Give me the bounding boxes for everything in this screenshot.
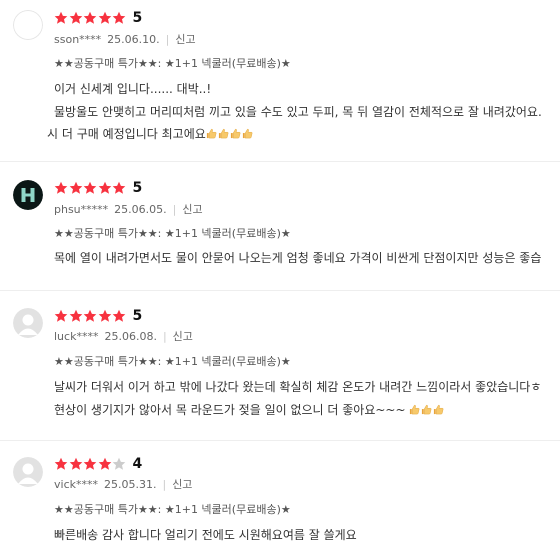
rating-score: 5 — [132, 308, 143, 324]
review-line: 이거 신세계 입니다...... 대박..! — [54, 82, 212, 96]
review-date: 25.06.05. — [114, 202, 167, 216]
separator: | — [172, 202, 177, 216]
review-date: 25.06.08. — [104, 329, 157, 343]
review-line: 목에 열이 내려가면서도 물이 안묻어 나오는게 엄청 좋네요 가격이 비싼게 … — [54, 251, 542, 265]
star-rating: 5 — [54, 180, 142, 196]
report-button[interactable]: 신고 — [172, 476, 192, 492]
reviewer-id: luck**** — [54, 329, 99, 343]
rating-score: 4 — [132, 456, 143, 472]
star-filled-icon — [112, 309, 126, 322]
star-filled-icon — [69, 181, 82, 194]
purchase-option: ★★공동구매 특가★★: ★1+1 넥쿨러(무료배송)★ — [54, 227, 291, 240]
rating-score: 5 — [132, 180, 143, 196]
review-date: 25.06.10. — [107, 32, 160, 46]
purchase-option: ★★공동구매 특가★★: ★1+1 넥쿨러(무료배송)★ — [54, 355, 291, 368]
review-line: 날씨가 더워서 이거 하고 밖에 나갔다 왔는데 확실히 체감 온도가 내려간 … — [54, 380, 542, 394]
review-body: 날씨가 더워서 이거 하고 밖에 나갔다 왔는데 확실히 체감 온도가 내려간 … — [54, 376, 541, 421]
star-filled-icon — [98, 457, 111, 470]
review-date: 25.05.31. — [103, 477, 157, 491]
avatar[interactable] — [13, 308, 43, 338]
report-button[interactable]: 신고 — [175, 31, 195, 47]
star-filled-icon — [69, 11, 82, 24]
review-body: 이거 신세계 입니다...... 대박..! 물방울도 안맺히고 머리띠처럼 끼… — [47, 78, 542, 146]
review-line: 물방울도 안맺히고 머리띠처럼 끼고 있을 수도 있고 두피, 목 뒤 열감이 … — [54, 104, 542, 119]
star-filled-icon — [83, 11, 97, 24]
review-meta: vick**** 25.05.31. | 신고 — [54, 476, 192, 492]
thumbs-up-icon — [206, 123, 254, 146]
star-filled-icon — [83, 457, 97, 470]
review-line: 빠른배송 감사 합니다 얼리기 전에도 시원해요여름 잘 쓸게요 — [54, 528, 357, 542]
divider — [0, 161, 560, 162]
review-body: 목에 열이 내려가면서도 물이 안묻어 나오는게 엄청 좋네요 가격이 비싼게 … — [54, 247, 541, 270]
star-filled-icon — [54, 309, 68, 322]
divider — [0, 290, 560, 291]
avatar[interactable] — [13, 10, 43, 40]
review-line-with-emoji: 시 더 구매 예정입니다 최고에요 — [47, 123, 542, 146]
avatar[interactable] — [13, 180, 43, 210]
purchase-option: ★★공동구매 특가★★: ★1+1 넥쿨러(무료배송)★ — [54, 503, 291, 516]
review-line: 현상이 생기지가 않아서 목 라운드가 젖을 일이 없으니 더 좋아요~~~ — [54, 402, 406, 417]
star-filled-icon — [69, 309, 82, 322]
star-empty-icon — [112, 457, 126, 470]
reviewer-id: sson**** — [54, 32, 102, 46]
reviewer-id: phsu***** — [54, 202, 109, 216]
report-button[interactable]: 신고 — [173, 328, 193, 344]
star-filled-icon — [83, 181, 97, 194]
star-filled-icon — [98, 309, 111, 322]
star-rating: 5 — [54, 308, 142, 324]
review-body: 빠른배송 감사 합니다 얼리기 전에도 시원해요여름 잘 쓸게요 — [54, 524, 357, 547]
review-line: 시 더 구매 예정입니다 최고에요 — [47, 127, 206, 141]
review-meta: phsu***** 25.06.05. | 신고 — [54, 201, 203, 217]
separator: | — [162, 329, 167, 343]
review-meta: sson**** 25.06.10. | 신고 — [54, 31, 196, 47]
review-line-with-emoji: 현상이 생기지가 않아서 목 라운드가 젖을 일이 없으니 더 좋아요~~~ — [54, 399, 541, 422]
review-meta: luck**** 25.06.08. | 신고 — [54, 328, 193, 344]
star-filled-icon — [112, 11, 126, 24]
star-filled-icon — [54, 11, 68, 24]
star-filled-icon — [98, 181, 111, 194]
star-filled-icon — [83, 309, 97, 322]
separator: | — [162, 477, 167, 491]
star-filled-icon — [54, 457, 68, 470]
avatar[interactable] — [13, 457, 43, 487]
divider — [0, 440, 560, 441]
thumbs-up-icon — [409, 399, 445, 422]
report-button[interactable]: 신고 — [182, 201, 202, 217]
star-filled-icon — [112, 181, 126, 194]
separator: | — [165, 32, 170, 46]
rating-score: 5 — [132, 10, 143, 26]
purchase-option: ★★공동구매 특가★★: ★1+1 넥쿨러(무료배송)★ — [54, 57, 291, 70]
star-rating: 5 — [54, 10, 142, 26]
star-rating: 4 — [54, 456, 142, 472]
star-filled-icon — [54, 181, 68, 194]
reviewer-id: vick**** — [54, 477, 98, 491]
star-filled-icon — [69, 457, 82, 470]
star-filled-icon — [98, 11, 111, 24]
